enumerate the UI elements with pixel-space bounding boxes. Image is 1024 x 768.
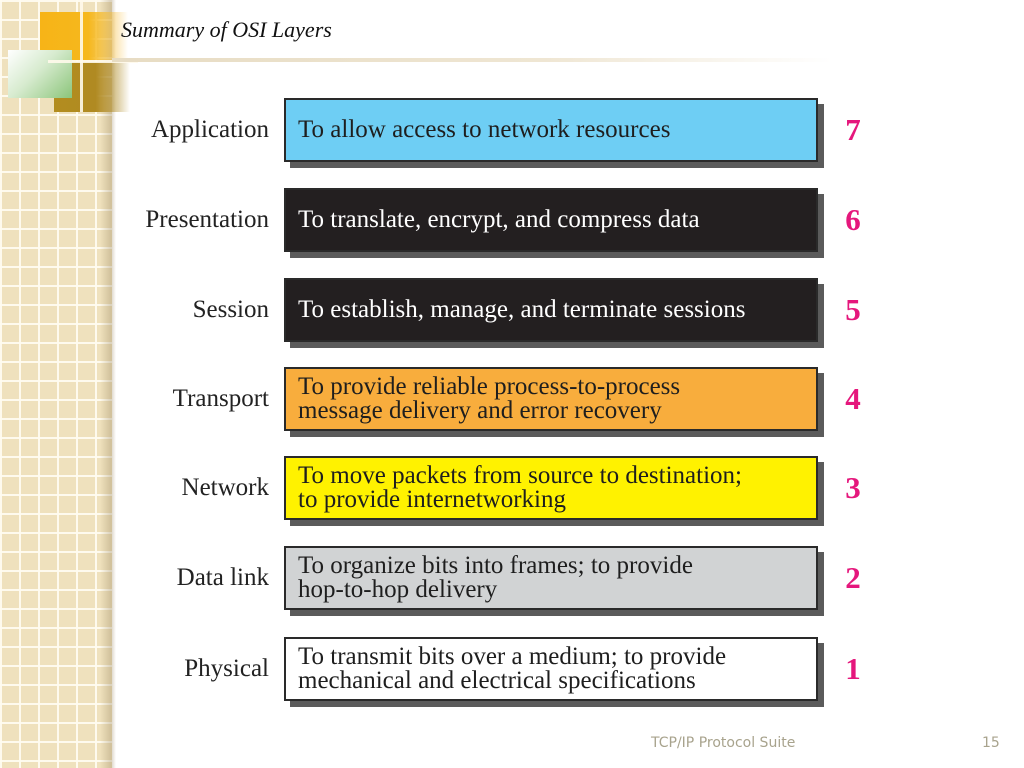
layer-box: To transmit bits over a medium; to provi… [284, 637, 818, 701]
layer-number: 4 [845, 381, 861, 416]
layer-number: 2 [845, 560, 861, 595]
page-number: 15 [982, 735, 1000, 751]
layer-number: 5 [845, 292, 861, 327]
layer-name: Data link [176, 564, 269, 591]
layer-row-session: Session To establish, manage, and termin… [0, 278, 1024, 344]
layer-box: To organize bits into frames; to provide… [284, 546, 818, 610]
layer-box: To move packets from source to destinati… [284, 456, 818, 520]
layer-description: To provide reliable process-to-process m… [298, 373, 681, 424]
slide-title: Summary of OSI Layers [121, 17, 332, 42]
layer-row-application: Application To allow access to network r… [0, 98, 1024, 164]
layer-row-presentation: Presentation To translate, encrypt, and … [0, 188, 1024, 254]
layer-name: Network [181, 474, 269, 501]
layer-box: To establish, manage, and terminate sess… [284, 278, 818, 342]
layer-description: To transmit bits over a medium; to provi… [298, 643, 727, 694]
layer-number: 6 [845, 202, 861, 237]
layer-row-network: Network To move packets from source to d… [0, 456, 1024, 522]
decorative-green-square [8, 50, 72, 98]
layer-description: To move packets from source to destinati… [298, 462, 742, 513]
layer-name: Presentation [145, 206, 269, 233]
layer-box: To translate, encrypt, and compress data [284, 188, 818, 252]
layer-name: Application [150, 116, 269, 143]
title-underline [112, 58, 832, 62]
layer-description: To translate, encrypt, and compress data [298, 206, 700, 233]
layer-number: 3 [845, 470, 861, 505]
decorative-vertical-line [80, 0, 83, 112]
layer-number: 1 [845, 651, 861, 686]
layer-row-data-link: Data link To organize bits into frames; … [0, 546, 1024, 612]
layer-row-physical: Physical To transmit bits over a medium;… [0, 637, 1024, 703]
layer-row-transport: Transport To provide reliable process-to… [0, 367, 1024, 433]
layer-box: To allow access to network resources [284, 98, 818, 162]
footer-text: TCP/IP Protocol Suite [651, 735, 796, 751]
layer-name: Session [192, 296, 269, 323]
layer-number: 7 [845, 112, 861, 147]
layer-box: To provide reliable process-to-process m… [284, 367, 818, 431]
layer-description: To organize bits into frames; to provide… [298, 552, 693, 603]
layer-description: To establish, manage, and terminate sess… [298, 296, 746, 323]
layer-name: Physical [184, 655, 269, 682]
layer-description: To allow access to network resources [298, 116, 671, 143]
layer-name: Transport [172, 385, 269, 412]
